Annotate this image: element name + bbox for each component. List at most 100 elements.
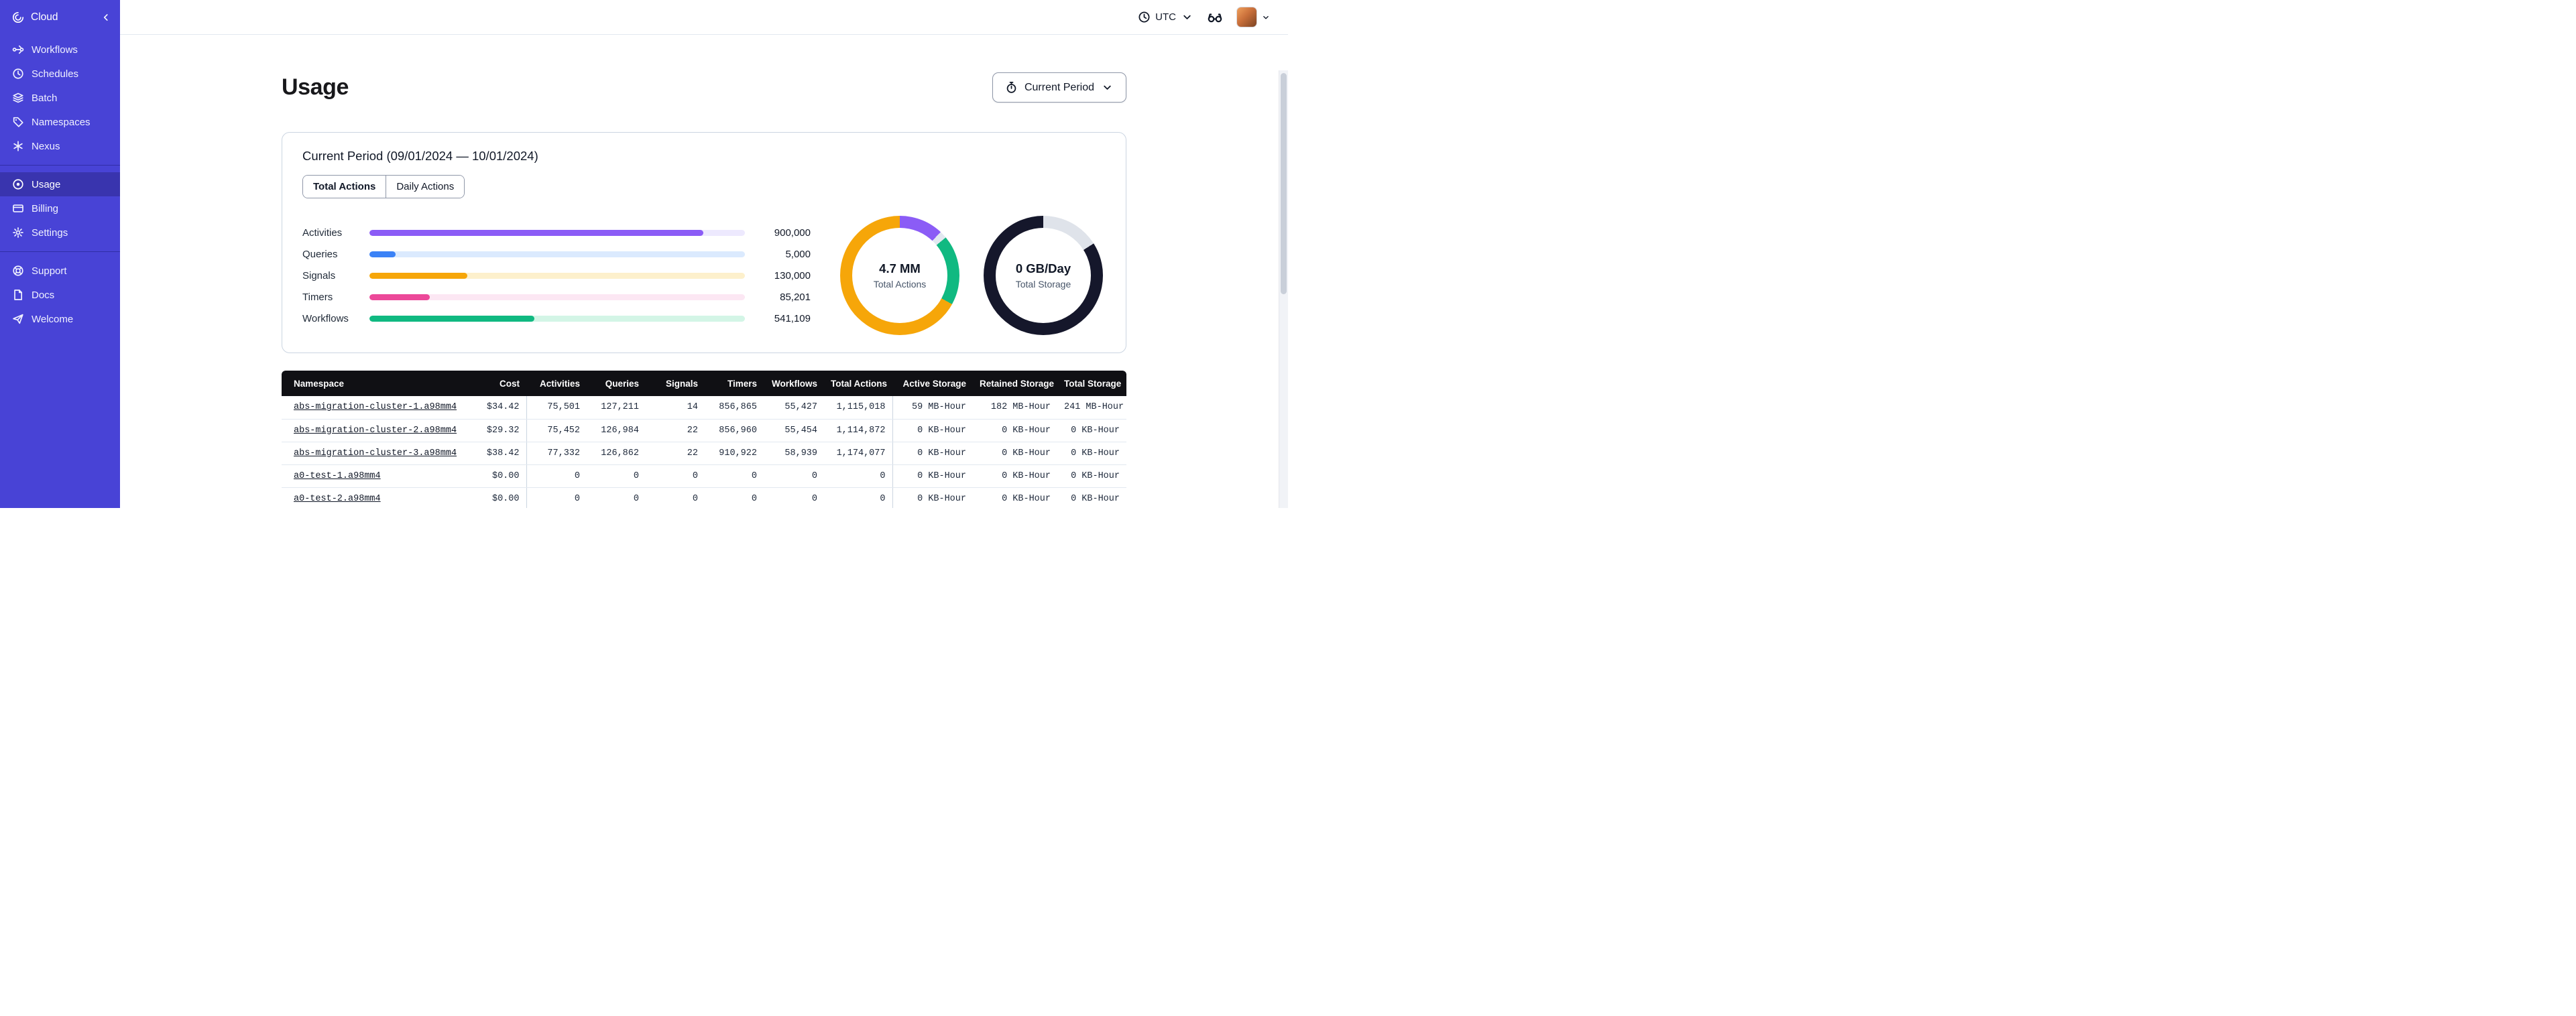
bar-value: 5,000 <box>785 248 811 260</box>
cell-queries: 0 <box>587 464 646 488</box>
nexus-icon <box>12 140 24 152</box>
sidebar-item-billing[interactable]: Billing <box>0 196 120 220</box>
schedules-icon <box>12 68 24 80</box>
bar-track <box>369 272 745 279</box>
bar-value: 130,000 <box>774 269 811 281</box>
usage-charts: Activities 900,000 Queries 5,000 Signals 130,… <box>302 216 1106 335</box>
sidebar-divider <box>0 251 120 252</box>
cell-active_storage: 0 KB-Hour <box>892 487 973 508</box>
bar-fill <box>369 229 704 236</box>
sidebar-item-settings[interactable]: Settings <box>0 220 120 245</box>
sidebar-item-batch[interactable]: Batch <box>0 86 120 110</box>
tab-daily-actions[interactable]: Daily Actions <box>386 176 465 198</box>
timezone-select[interactable]: UTC <box>1138 11 1193 23</box>
cell-total_actions: 0 <box>824 464 892 488</box>
settings-icon <box>12 227 24 239</box>
glasses-icon <box>1207 9 1223 25</box>
total-storage-label: Total Storage <box>1015 279 1071 290</box>
sidebar-item-label: Usage <box>32 178 61 190</box>
usage-bar-row: Workflows 541,109 <box>302 313 811 324</box>
usage-table-body: abs-migration-cluster-1.a98mm4 $34.42 75,5… <box>282 396 1126 508</box>
namespace-link[interactable]: a0-test-2.a98mm4 <box>294 494 381 504</box>
cell-namespace: abs-migration-cluster-2.a98mm4 <box>282 419 469 442</box>
cell-total_storage: 0 KB-Hour <box>1057 464 1126 488</box>
sidebar-item-usage[interactable]: Usage <box>0 172 120 196</box>
sidebar-item-workflows[interactable]: Workflows <box>0 38 120 62</box>
usage-bar-row: Signals 130,000 <box>302 270 811 281</box>
table-row: a0-test-2.a98mm4 $0.00 0 0 0 0 0 0 0 KB-Hour 0 KB… <box>282 487 1126 508</box>
cell-namespace: abs-migration-cluster-3.a98mm4 <box>282 442 469 465</box>
sidebar-item-welcome[interactable]: Welcome <box>0 307 120 331</box>
sidebar-item-label: Billing <box>32 202 59 214</box>
cell-signals: 14 <box>646 396 705 420</box>
cell-total_storage: 0 KB-Hour <box>1057 419 1126 442</box>
vertical-scrollbar[interactable] <box>1279 70 1288 508</box>
topbar: UTC <box>120 0 1288 35</box>
cell-activities: 75,501 <box>526 396 587 420</box>
bar-label: Activities <box>302 227 343 239</box>
period-dropdown-label: Current Period <box>1024 81 1094 93</box>
usage-card: Current Period (09/01/2024 — 10/01/2024)… <box>282 132 1126 353</box>
scrollbar-thumb[interactable] <box>1281 73 1287 294</box>
period-dropdown-button[interactable]: Current Period <box>992 72 1126 103</box>
usage-bar-row: Activities 900,000 <box>302 227 811 239</box>
bar-track <box>369 315 745 322</box>
cell-active_storage: 0 KB-Hour <box>892 464 973 488</box>
sidebar-nav: Workflows Schedules Batch Namespaces Nexus Us… <box>0 35 120 331</box>
cell-timers: 910,922 <box>705 442 764 465</box>
total-actions-value: 4.7 MM <box>879 261 921 275</box>
cell-queries: 126,984 <box>587 419 646 442</box>
cell-queries: 0 <box>587 487 646 508</box>
sidebar-item-docs[interactable]: Docs <box>0 283 120 307</box>
cell-active_storage: 0 KB-Hour <box>892 442 973 465</box>
sidebar-item-label: Workflows <box>32 44 78 56</box>
usage-bar-row: Queries 5,000 <box>302 249 811 260</box>
sidebar-item-label: Settings <box>32 227 68 239</box>
column-header-total_actions: Total Actions <box>824 371 892 396</box>
bar-fill <box>369 251 396 257</box>
bar-fill <box>369 294 430 300</box>
brand-label: Cloud <box>31 11 58 23</box>
cell-total_storage: 0 KB-Hour <box>1057 442 1126 465</box>
bar-label: Queries <box>302 248 338 260</box>
header-row: Namespace Cost Activities Queries Signals Tim… <box>282 371 1126 396</box>
total-storage-donut: 0 GB/Day Total Storage <box>984 216 1103 335</box>
clock-icon <box>1138 11 1151 23</box>
namespace-link[interactable]: a0-test-1.a98mm4 <box>294 471 381 481</box>
page-title: Usage <box>282 74 349 100</box>
column-header-retained_storage: Retained Storage <box>973 371 1057 396</box>
cell-workflows: 0 <box>764 464 824 488</box>
namespace-link[interactable]: abs-migration-cluster-1.a98mm4 <box>294 402 457 412</box>
sidebar-item-namespaces[interactable]: Namespaces <box>0 110 120 134</box>
user-menu[interactable] <box>1236 7 1271 27</box>
cell-total_actions: 1,114,872 <box>824 419 892 442</box>
total-actions-donut: 4.7 MM Total Actions <box>840 216 959 335</box>
column-header-namespace: Namespace <box>282 371 469 396</box>
chevron-down-icon <box>1101 81 1114 94</box>
cell-queries: 126,862 <box>587 442 646 465</box>
cell-total_actions: 1,174,077 <box>824 442 892 465</box>
sidebar-collapse-icon[interactable] <box>100 11 112 23</box>
labs-mode-button[interactable] <box>1207 9 1223 25</box>
stopwatch-icon <box>1005 81 1018 94</box>
bar-track <box>369 294 745 300</box>
column-header-active_storage: Active Storage <box>892 371 973 396</box>
brand: Cloud <box>0 0 120 35</box>
table-row: abs-migration-cluster-3.a98mm4 $38.42 77,3… <box>282 442 1126 465</box>
namespace-link[interactable]: abs-migration-cluster-3.a98mm4 <box>294 448 457 458</box>
tab-total-actions[interactable]: Total Actions <box>303 176 386 198</box>
cell-active_storage: 59 MB-Hour <box>892 396 973 420</box>
batch-icon <box>12 92 24 104</box>
bar-fill <box>369 315 535 322</box>
cell-signals: 0 <box>646 487 705 508</box>
sidebar-item-schedules[interactable]: Schedules <box>0 62 120 86</box>
sidebar-item-support[interactable]: Support <box>0 259 120 283</box>
cell-activities: 75,452 <box>526 419 587 442</box>
namespace-link[interactable]: abs-migration-cluster-2.a98mm4 <box>294 426 457 436</box>
sidebar-item-label: Nexus <box>32 140 60 152</box>
cell-workflows: 0 <box>764 487 824 508</box>
cell-cost: $38.42 <box>469 442 526 465</box>
cell-retained_storage: 0 KB-Hour <box>973 442 1057 465</box>
sidebar-item-nexus[interactable]: Nexus <box>0 134 120 158</box>
bar-label: Timers <box>302 291 333 303</box>
